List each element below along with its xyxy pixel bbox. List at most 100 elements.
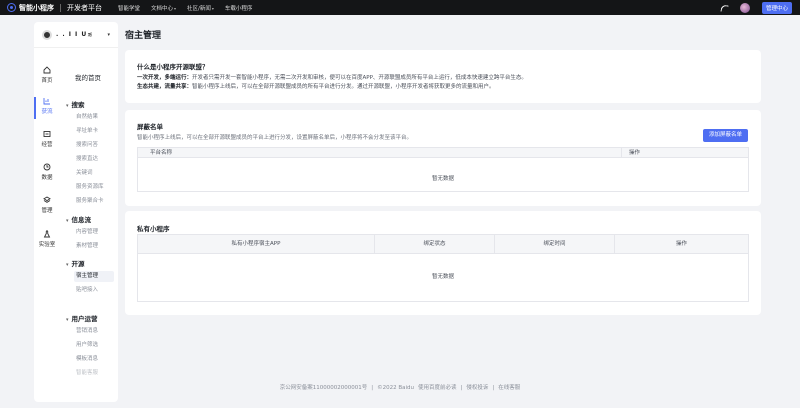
empty-state: 暂无数据 [431, 176, 454, 182]
rail-item-traffic[interactable]: 获流 [34, 95, 60, 121]
footer-terms-link[interactable]: 使用百度前必读 [418, 385, 457, 391]
home-icon [43, 66, 51, 74]
sidebar-rail: 首页 获流 经营 数据 管理 实验室 [34, 62, 60, 402]
rail-label: 实验室 [38, 242, 56, 248]
menu-group-user-ops[interactable]: ▾ 用户运营 [66, 313, 98, 323]
menu-item-content[interactable]: 内容管理 [74, 227, 114, 238]
footer-divider: | [371, 385, 374, 391]
footer-icp[interactable]: 京公网安备案11000002000001号 [280, 385, 368, 391]
account-switcher[interactable]: . . I I U≲ ▾ [34, 22, 118, 48]
footer-divider: | [492, 385, 495, 391]
intro-card: 什么是小程序开源联盟？ 一次开发，多端运行：开发者只需开发一套智能小程序，无需二… [125, 50, 761, 103]
column-header: 操作 [621, 148, 640, 158]
private-apps-table: 私有小程序宿主APP 绑定状态 绑定时间 操作 暂无数据 [137, 234, 749, 302]
nav-item-academy[interactable]: 智能学堂 [118, 4, 140, 12]
chevron-down-icon: ▾ [66, 218, 69, 224]
menu-group-label: 搜索 [71, 101, 85, 109]
nav-item-label: 社区/新闻 [187, 5, 211, 12]
rail-label: 获流 [41, 109, 53, 115]
menu-group-feed[interactable]: ▾ 信息流 [66, 214, 91, 224]
management-center-button[interactable]: 管理中心 [761, 2, 792, 14]
chevron-down-icon: ▾ [66, 262, 69, 268]
menu-item-search-direct[interactable]: 搜索直达 [74, 154, 114, 165]
menu-item-home[interactable]: 我的首页 [75, 72, 101, 82]
menu-item-tieba[interactable]: 贴吧接入 [74, 285, 114, 296]
footer-support-link[interactable]: 在线客服 [498, 385, 520, 391]
nav-item-label: 车载小程序 [224, 5, 253, 12]
intro-title: 什么是小程序开源联盟？ [137, 63, 209, 71]
chevron-down-icon: ▾ [211, 5, 214, 11]
nav-item-car[interactable]: 车载小程序 [225, 4, 253, 12]
menu-item-search-qa[interactable]: 搜索问答 [74, 140, 114, 151]
menu-item-keywords[interactable]: 关键词 [74, 168, 114, 179]
top-nav: 智能学堂 文档中心▾ 社区/新闻▾ 车载小程序 [118, 0, 252, 15]
flask-icon [43, 230, 51, 238]
nav-item-label: 智能学堂 [118, 5, 141, 12]
rail-item-home[interactable]: 首页 [34, 64, 60, 90]
menu-item-service-card[interactable]: 服务聚合卡 [74, 196, 114, 207]
brand[interactable]: 智能小程序 开发者平台 [7, 2, 102, 13]
rail-label: 首页 [41, 78, 53, 84]
chevron-down-icon: ▾ [66, 103, 69, 109]
nav-item-docs[interactable]: 文档中心▾ [151, 4, 176, 12]
menu-group-label: 用户运营 [71, 315, 98, 323]
menu-item-marketing-message[interactable]: 营销消息 [74, 326, 114, 337]
menu-item-service-library[interactable]: 服务资源库 [74, 182, 114, 193]
business-icon [43, 131, 51, 137]
rail-item-data[interactable]: 数据 [34, 161, 60, 187]
menu-group-search[interactable]: ▾ 搜索 [66, 99, 85, 109]
footer-complaint-link[interactable]: 侵权投诉 [466, 385, 488, 391]
menu-item-address-card[interactable]: 寻址单卡 [74, 126, 114, 137]
brand-subtitle: 开发者平台 [67, 3, 102, 12]
empty-state: 暂无数据 [431, 274, 454, 280]
rail-item-business[interactable]: 经营 [34, 128, 60, 154]
account-avatar [42, 29, 52, 40]
add-blocklist-button[interactable]: 添加屏蔽名单 [703, 129, 748, 142]
rail-label: 数据 [41, 175, 53, 181]
menu-item-material[interactable]: 素材管理 [74, 241, 114, 252]
account-name: . . I I U≲ [56, 31, 94, 38]
top-right-actions: 管理中心 [720, 2, 792, 14]
avatar[interactable] [739, 3, 750, 13]
column-header: 操作 [614, 235, 748, 254]
menu-group-label: 信息流 [71, 216, 92, 224]
menu-group-label: 开源 [71, 260, 85, 268]
blocklist-title: 屏蔽名单 [137, 123, 163, 131]
brand-logo-icon [7, 3, 16, 12]
footer: 京公网安备案11000002000001号 | ©2022 Baidu 使用百度前必读… [0, 383, 800, 391]
intro-line-2: 生态共建，流量共享：智能小程序上线后，可以在全部开源联盟成员的所有平台进行分发。… [137, 82, 495, 90]
private-apps-card: 私有小程序 私有小程序宿主APP 绑定状态 绑定时间 操作 暂无数据 [125, 211, 761, 315]
column-header: 私有小程序宿主APP [231, 241, 281, 247]
brand-name: 智能小程序 [19, 3, 54, 12]
menu-group-open-source[interactable]: ▾ 开源 [66, 258, 85, 268]
data-icon [43, 163, 51, 171]
chevron-down-icon: ▾ [107, 31, 110, 38]
top-bar: 智能小程序 开发者平台 智能学堂 文档中心▾ 社区/新闻▾ 车载小程序 管理中心 [0, 0, 800, 15]
blocklist-table: 平台名称 操作 暂无数据 [137, 147, 749, 192]
intro-line-1: 一次开发，多端运行：开发者只需开发一套智能小程序，无需二次开发和审核，便可以在百… [137, 73, 527, 81]
notification-icon[interactable] [720, 3, 729, 13]
brand-divider [60, 3, 61, 12]
blocklist-description: 智能小程序上线后，可以在全部开源联盟成员的平台上进行分发，设置屏蔽名单后，小程序… [137, 135, 413, 141]
intro-line-1-lead: 一次开发，多端运行： [137, 75, 193, 81]
nav-item-label: 文档中心 [151, 5, 174, 12]
table-header: 私有小程序宿主APP 绑定状态 绑定时间 操作 [138, 235, 748, 254]
menu-item-host-management[interactable]: 宿主管理 [74, 271, 114, 282]
traffic-icon [43, 98, 50, 105]
menu-item-smart-service[interactable]: 智能客服 [74, 368, 114, 379]
menu-item-user-filter[interactable]: 用户筛选 [74, 340, 114, 351]
intro-line-1-text: 开发者只需开发一套智能小程序，无需二次开发和审核，便可以在百度APP、开源联盟成… [192, 75, 527, 81]
page-title: 宿主管理 [125, 31, 162, 41]
sidebar: . . I I U≲ ▾ 首页 获流 经营 数据 管理 实验室 我的首页 ▾ 搜… [34, 22, 118, 402]
footer-divider: | [460, 385, 463, 391]
rail-item-manage[interactable]: 管理 [34, 194, 60, 220]
rail-label: 管理 [41, 208, 53, 214]
layers-icon [43, 196, 51, 203]
nav-item-community[interactable]: 社区/新闻▾ [187, 4, 214, 12]
rail-item-lab[interactable]: 实验室 [34, 228, 60, 254]
menu-item-natural-results[interactable]: 自然结果 [74, 112, 114, 123]
intro-line-2-text: 智能小程序上线后，可以在全部开源联盟成员的所有平台进行分发。通过开源联盟，小程序… [192, 84, 495, 90]
chevron-down-icon: ▾ [66, 317, 69, 323]
menu-item-template-message[interactable]: 模板消息 [74, 354, 114, 365]
footer-copyright: ©2022 Baidu [377, 385, 414, 391]
